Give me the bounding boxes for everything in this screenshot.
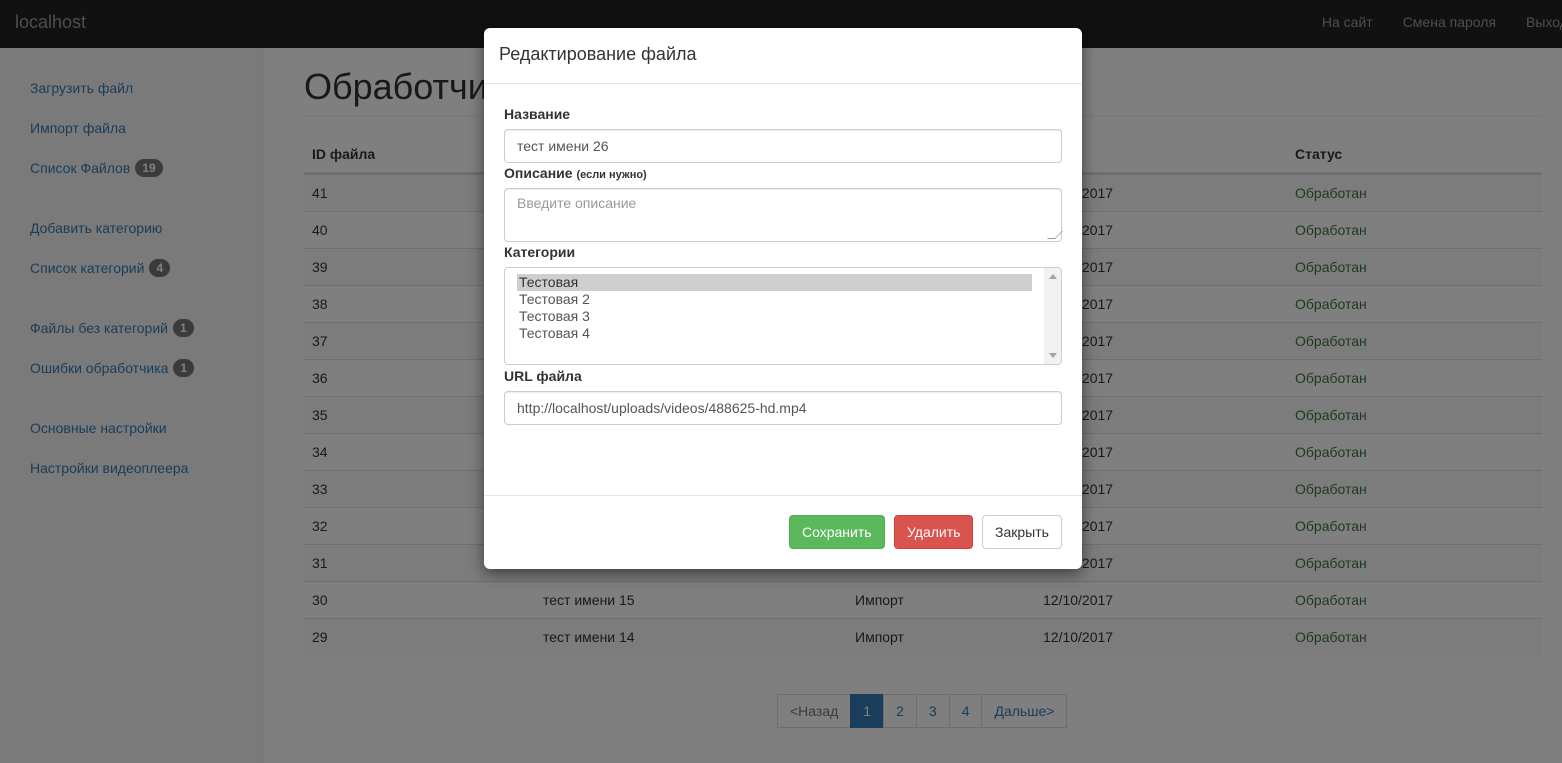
modal-body: Название Описание (если нужно) Введите о… <box>484 84 1082 495</box>
name-input[interactable] <box>504 129 1062 163</box>
close-button[interactable]: Закрыть <box>982 515 1062 549</box>
description-hint: (если нужно) <box>576 169 647 181</box>
category-option[interactable]: Тестовая 3 <box>517 308 1032 325</box>
modal-header: Редактирование файла <box>484 28 1082 84</box>
category-option[interactable]: Тестовая 2 <box>517 291 1032 308</box>
category-option[interactable]: Тестовая <box>517 274 1032 291</box>
description-label-text: Описание <box>504 165 573 181</box>
description-placeholder: Введите описание <box>517 195 637 211</box>
modal-title: Редактирование файла <box>499 44 697 64</box>
edit-file-modal: Редактирование файла Название Описание (… <box>484 28 1082 569</box>
name-label: Название <box>504 106 571 122</box>
scroll-up-icon[interactable] <box>1049 274 1057 279</box>
description-textarea[interactable]: Введите описание <box>504 188 1063 242</box>
category-option[interactable]: Тестовая 4 <box>517 325 1032 342</box>
description-label: Описание (если нужно) <box>504 165 647 181</box>
save-button[interactable]: Сохранить <box>789 515 885 549</box>
modal-footer: Сохранить Удалить Закрыть <box>484 495 1082 569</box>
categories-scrollbar[interactable] <box>1044 268 1061 364</box>
resize-grip-icon[interactable] <box>1047 231 1063 239</box>
delete-button[interactable]: Удалить <box>894 515 974 549</box>
categories-label: Категории <box>504 244 576 260</box>
scroll-down-icon[interactable] <box>1049 353 1057 358</box>
categories-select[interactable]: Тестовая Тестовая 2 Тестовая 3 Тестовая … <box>504 267 1062 365</box>
url-input[interactable] <box>504 391 1062 425</box>
url-label: URL файла <box>504 368 582 384</box>
